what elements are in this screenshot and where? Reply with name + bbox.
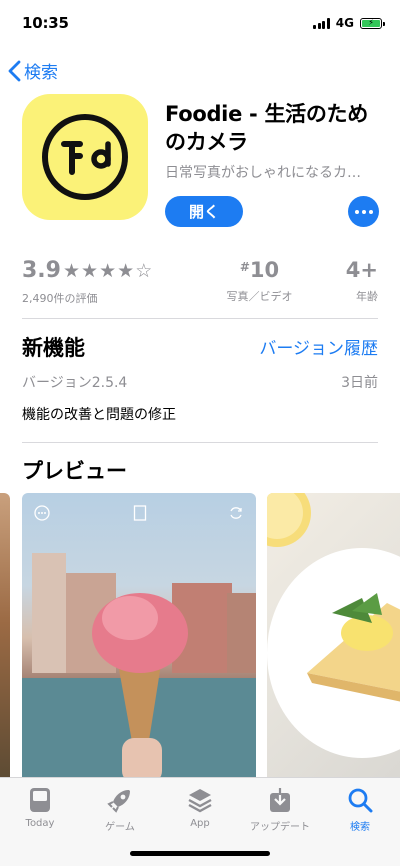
tab-today[interactable]: Today (0, 786, 80, 829)
preview-title: プレビュー (22, 459, 127, 483)
rank-value: #10 (239, 258, 280, 282)
app-title: Foodie - 生活のためのカメラ (165, 102, 368, 154)
more-circle-icon (34, 505, 50, 521)
age-rating: 4+ 年齢 (318, 258, 378, 304)
star-outline-icon: ☆ (135, 260, 153, 282)
signal-icon (313, 17, 330, 29)
divider (22, 318, 378, 319)
back-label: 検索 (24, 63, 58, 83)
version-history-link[interactable]: バージョン履歴 (259, 334, 378, 359)
status-bar: 10:35 4G ⚡ (0, 0, 400, 48)
open-button[interactable]: 開く (165, 196, 243, 227)
tab-games-label: ゲーム (105, 822, 135, 833)
layers-icon (160, 786, 240, 814)
tab-apps[interactable]: App (160, 786, 240, 829)
home-indicator (130, 851, 270, 856)
stats-row: 3.9 ★ ★ ★ ★ ☆ 2,490件の評価 #10 写真／ビデオ 4+ 年齢 (22, 258, 378, 308)
divider (22, 442, 378, 443)
age-label: 年齢 (356, 290, 378, 303)
lemon-tart-image (267, 493, 400, 758)
star-icon: ★ (99, 260, 117, 282)
star-icon: ★ (117, 260, 135, 282)
chevron-left-icon (8, 60, 21, 81)
whats-new-title: 新機能 (22, 336, 85, 360)
more-options-button[interactable] (348, 196, 379, 227)
flip-camera-icon (228, 505, 244, 521)
download-icon (240, 786, 320, 814)
tab-search[interactable]: 検索 (320, 786, 400, 833)
screenshot-ice-cream[interactable] (22, 493, 256, 783)
network-label: 4G (335, 16, 354, 30)
ice-cream-image (22, 553, 256, 783)
status-indicators: 4G ⚡ (313, 16, 385, 30)
foodie-logo-icon (42, 114, 128, 200)
today-icon (0, 786, 80, 814)
rating-count: 2,490件の評価 (22, 292, 98, 305)
app-subtitle: 日常写真がおしゃれになるカ… (165, 165, 361, 181)
tab-apps-label: App (190, 818, 210, 829)
version-label: バージョン2.5.4 (22, 375, 128, 391)
tab-updates[interactable]: アップデート (240, 786, 320, 833)
search-icon (320, 786, 400, 814)
tab-search-label: 検索 (350, 822, 370, 833)
version-date: 3日前 (341, 375, 378, 391)
release-notes: 機能の改善と問題の修正 (22, 407, 176, 423)
rank-category: 写真／ビデオ (226, 290, 293, 303)
tab-today-label: Today (25, 818, 55, 829)
back-button[interactable]: 検索 (8, 58, 58, 83)
chart-rank[interactable]: #10 写真／ビデオ (222, 258, 297, 304)
tab-games[interactable]: ゲーム (80, 786, 160, 833)
ellipsis-icon (354, 209, 359, 214)
screenshot-lemon-tart[interactable] (267, 493, 400, 783)
battery-icon: ⚡ (360, 17, 385, 29)
rating-value: 3.9 (22, 258, 61, 283)
rocket-icon (80, 786, 160, 814)
screenshot-previous[interactable] (0, 493, 10, 783)
app-icon (22, 94, 148, 220)
age-value: 4+ (345, 258, 378, 282)
status-time: 10:35 (22, 14, 69, 32)
star-icon: ★ (63, 260, 81, 282)
star-icon: ★ (81, 260, 99, 282)
tab-updates-label: アップデート (250, 822, 310, 833)
frame-icon (132, 505, 148, 521)
star-rating: ★ ★ ★ ★ ☆ (63, 260, 152, 282)
